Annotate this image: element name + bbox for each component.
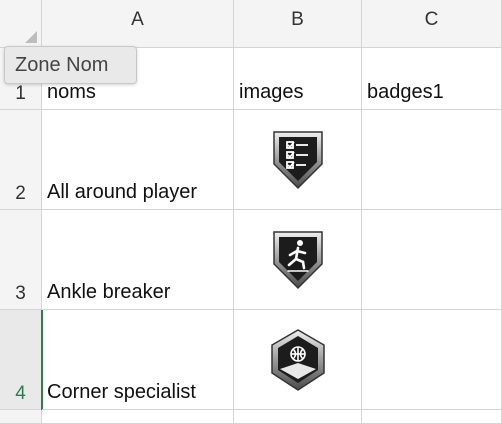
- cell-c3[interactable]: [362, 210, 502, 310]
- cell-b1[interactable]: images: [234, 48, 362, 110]
- row-header-5[interactable]: [0, 410, 42, 424]
- cell-b4[interactable]: [234, 310, 362, 410]
- cell-c5[interactable]: [362, 410, 502, 424]
- cell-a5[interactable]: [42, 410, 234, 424]
- cell-b3[interactable]: [234, 210, 362, 310]
- cell-a2[interactable]: All around player: [42, 110, 234, 210]
- checklist-badge-icon[interactable]: [270, 128, 326, 192]
- cell-b2[interactable]: [234, 110, 362, 210]
- select-all-corner[interactable]: [0, 0, 42, 48]
- cell-c2[interactable]: [362, 110, 502, 210]
- name-box[interactable]: Zone Nom: [4, 46, 137, 84]
- player-running-badge-icon[interactable]: [270, 228, 326, 292]
- row-header-3[interactable]: 3: [0, 210, 42, 310]
- cell-b5[interactable]: [234, 410, 362, 424]
- column-header-c[interactable]: C: [362, 0, 502, 48]
- select-all-triangle-icon: [25, 31, 37, 43]
- column-header-a[interactable]: A: [42, 0, 234, 48]
- basketball-corner-badge-icon[interactable]: [268, 327, 328, 393]
- column-header-b[interactable]: B: [234, 0, 362, 48]
- cell-a3[interactable]: Ankle breaker: [42, 210, 234, 310]
- spreadsheet-grid: A B C 1 2 3 4 noms images badges1 All ar…: [0, 0, 502, 424]
- row-header-4[interactable]: 4: [0, 310, 42, 410]
- cell-c1[interactable]: badges1: [362, 48, 502, 110]
- cell-a4[interactable]: Corner specialist: [42, 310, 234, 410]
- row-header-2[interactable]: 2: [0, 110, 42, 210]
- cell-c4[interactable]: [362, 310, 502, 410]
